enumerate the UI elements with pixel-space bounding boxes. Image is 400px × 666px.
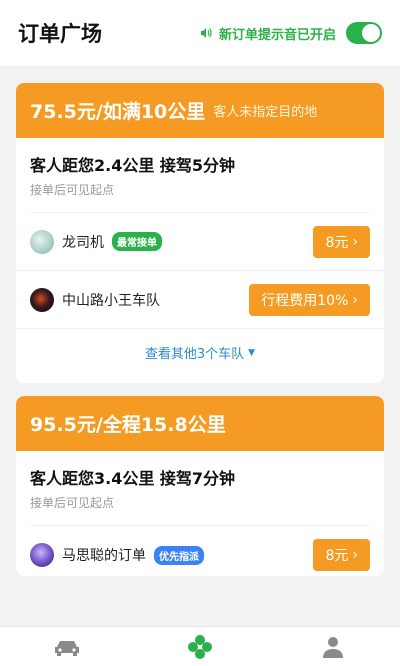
clover-icon xyxy=(187,634,212,659)
page-title: 订单广场 xyxy=(18,22,102,46)
order-card: 75.5元/如满10公里 客人未指定目的地 客人距您2.4公里 接驾5分钟 接单… xyxy=(16,83,384,383)
bid-button[interactable]: 行程费用10% › xyxy=(249,283,370,316)
bidder-name: 中山路小王车队 xyxy=(62,292,160,309)
order-price-bar: 75.5元/如满10公里 客人未指定目的地 xyxy=(16,83,384,138)
order-price: 95.5元/全程15.8公里 xyxy=(30,414,226,436)
bidder-name: 马思聪的订单 xyxy=(62,548,146,564)
tab-bar xyxy=(0,626,400,666)
sound-label: 新订单提示音已开启 xyxy=(218,27,336,43)
order-info: 客人距您2.4公里 接驾5分钟 接单后可见起点 xyxy=(16,138,384,198)
chevron-right-icon: › xyxy=(352,547,358,563)
header: 订单广场 新订单提示音已开启 xyxy=(0,0,400,66)
order-price: 75.5元/如满10公里 xyxy=(30,101,206,123)
avatar xyxy=(30,229,54,254)
tab-profile[interactable] xyxy=(313,632,353,662)
more-teams-link[interactable]: 查看其他3个车队 ▼ xyxy=(16,329,384,362)
order-distance: 客人距您3.4公里 接驾7分钟 xyxy=(30,469,236,488)
speaker-icon xyxy=(200,28,212,38)
bid-button-label: 8元 xyxy=(325,234,349,251)
avatar xyxy=(30,287,54,312)
order-info: 客人距您3.4公里 接驾7分钟 接单后可见起点 xyxy=(16,451,384,511)
order-hint: 接单后可见起点 xyxy=(30,183,115,197)
bid-button[interactable]: 8元 › xyxy=(313,539,370,571)
more-teams-label: 查看其他3个车队 xyxy=(144,347,245,362)
sound-toggle[interactable] xyxy=(346,22,382,44)
order-price-bar: 95.5元/全程15.8公里 xyxy=(16,396,384,451)
bid-button-label: 行程费用10% xyxy=(261,292,349,309)
order-hint: 接单后可见起点 xyxy=(30,496,115,510)
chevron-right-icon: › xyxy=(352,291,358,308)
car-icon xyxy=(54,640,79,656)
bid-button[interactable]: 8元 › xyxy=(313,225,370,258)
person-icon xyxy=(323,636,344,658)
chevron-right-icon: › xyxy=(352,233,358,250)
bidder-row: 中山路小王车队 行程费用10% › xyxy=(16,271,384,329)
bidder-row: 龙司机 最常接单 8元 › xyxy=(16,213,384,271)
order-card: 95.5元/全程15.8公里 客人距您3.4公里 接驾7分钟 接单后可见起点 马… xyxy=(16,396,384,576)
tab-orders[interactable] xyxy=(180,632,220,662)
bidder-name: 龙司机 xyxy=(62,234,104,251)
avatar xyxy=(30,543,54,567)
order-distance: 客人距您2.4公里 接驾5分钟 xyxy=(30,156,236,175)
bidder-badge: 最常接单 xyxy=(112,232,162,251)
bidder-badge: 优先指派 xyxy=(154,545,204,565)
bid-button-label: 8元 xyxy=(325,548,349,564)
tab-car[interactable] xyxy=(47,632,87,662)
order-price-note: 客人未指定目的地 xyxy=(213,105,318,120)
sound-notice: 新订单提示音已开启 xyxy=(199,22,382,44)
caret-down-icon: ▼ xyxy=(248,347,256,358)
bidder-row: 马思聪的订单 优先指派 8元 › xyxy=(16,526,384,576)
